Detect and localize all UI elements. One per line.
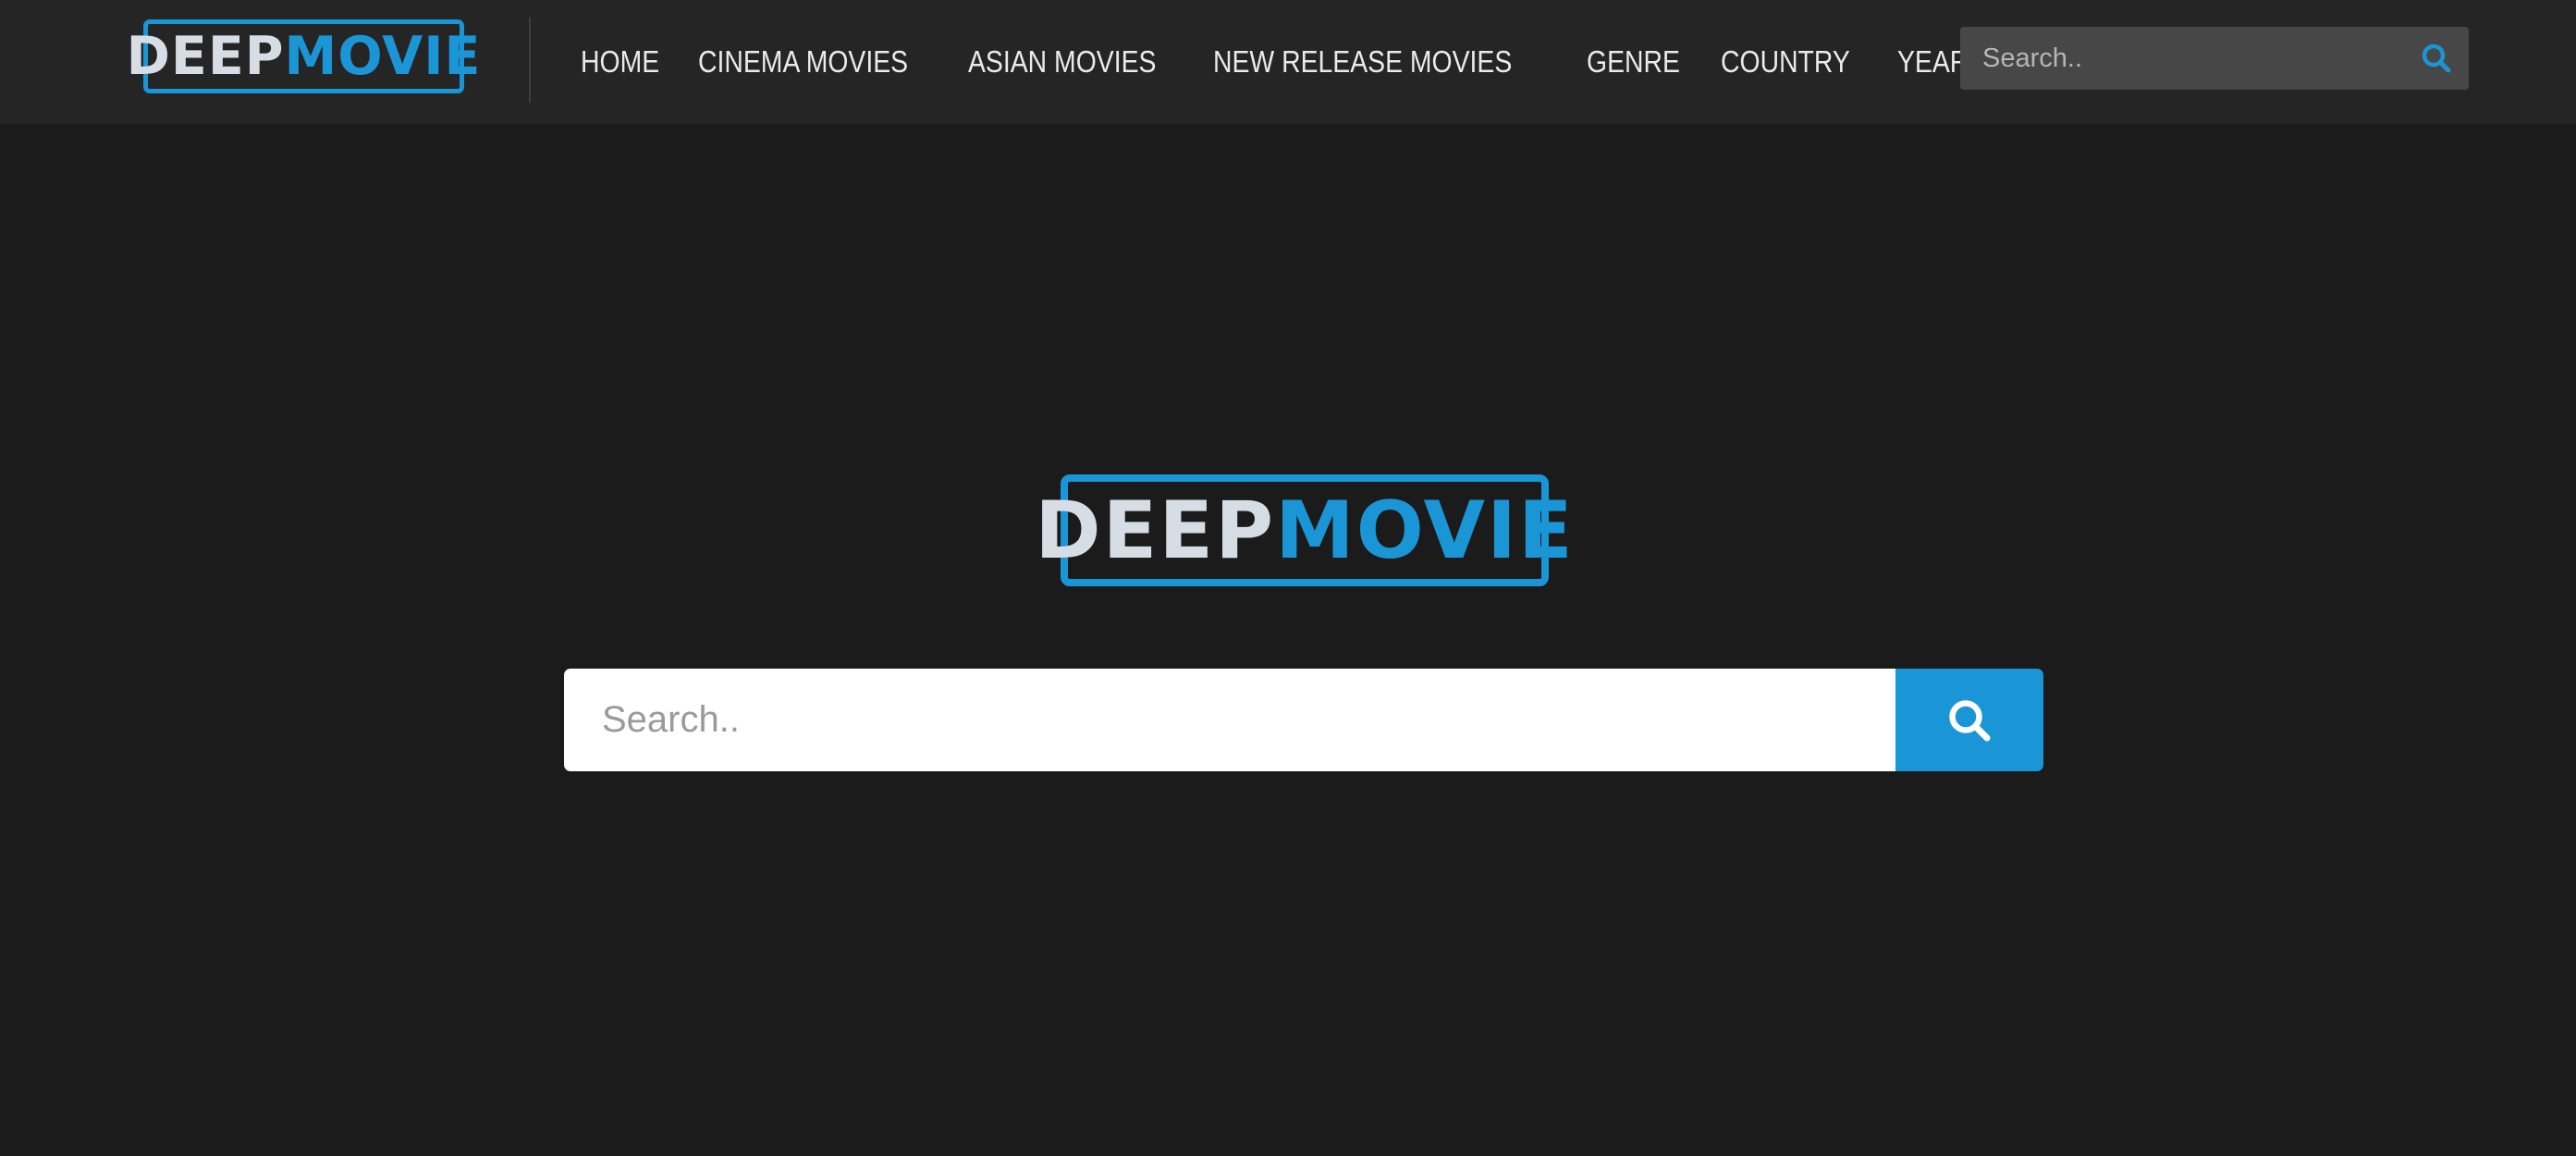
hero-logo-text-deep: DEEP (1035, 484, 1276, 577)
nav-item-country[interactable]: COUNTRY (1721, 44, 1850, 80)
hero-search-input[interactable] (564, 669, 1895, 771)
hero-search-button[interactable] (1895, 669, 2043, 771)
nav-item-genre[interactable]: GENRE (1587, 44, 1680, 80)
nav-item-cinema-movies[interactable]: CINEMA MOVIES (698, 44, 908, 80)
search-icon (2422, 43, 2451, 73)
hero-logo: DEEP MOVIE (1035, 474, 1573, 586)
nav-item-year[interactable]: YEAR (1897, 44, 1969, 80)
nav-item-asian-movies[interactable]: ASIAN MOVIES (968, 44, 1156, 80)
nav-item-home[interactable]: HOME (581, 44, 659, 80)
header-search-input[interactable] (1960, 26, 2404, 91)
header-divider (529, 18, 531, 103)
site-logo[interactable]: DEEP MOVIE (127, 19, 480, 93)
hero-search-box (564, 669, 2043, 771)
logo-text-deep: DEEP (126, 25, 285, 87)
main-nav: HOME CINEMA MOVIES ASIAN MOVIES NEW RELE… (581, 0, 2006, 124)
site-header: DEEP MOVIE HOME CINEMA MOVIES ASIAN MOVIE… (0, 0, 2576, 124)
logo-text-movie: MOVIE (284, 25, 482, 87)
nav-item-new-release-movies[interactable]: NEW RELEASE MOVIES (1213, 44, 1512, 80)
header-search-button[interactable] (2404, 27, 2469, 90)
header-search-box (1960, 26, 2469, 91)
search-icon (1949, 699, 1991, 741)
hero-logo-text-movie: MOVIE (1275, 484, 1575, 577)
